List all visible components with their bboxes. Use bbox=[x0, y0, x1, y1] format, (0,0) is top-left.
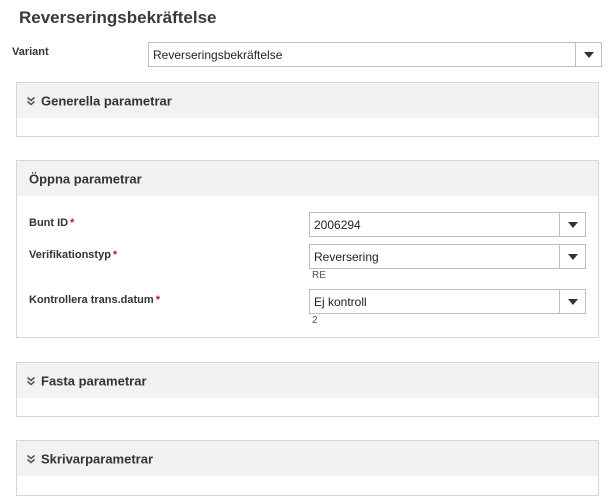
general-parameters-header[interactable]: Generella parametrar bbox=[17, 83, 598, 118]
required-marker: * bbox=[155, 294, 160, 306]
verifikationstyp-dropdown-button[interactable] bbox=[559, 245, 585, 268]
double-chevron-down-icon bbox=[26, 454, 36, 464]
variant-value: Reverseringsbekräftelse bbox=[153, 47, 283, 62]
variant-label: Variant bbox=[12, 46, 49, 58]
fixed-parameters-header[interactable]: Fasta parametrar bbox=[17, 363, 598, 398]
bunt-id-select[interactable]: 2006294 bbox=[309, 212, 586, 237]
printer-parameters-header[interactable]: Skrivarparametrar bbox=[17, 441, 598, 476]
kontrollera-datum-label: Kontrollera trans.datum * bbox=[29, 294, 160, 306]
open-parameters-header: Öppna parametrar bbox=[17, 161, 598, 196]
chevron-down-icon bbox=[567, 221, 578, 228]
verifikationstyp-select[interactable]: Reversering bbox=[309, 244, 586, 269]
general-parameters-title: Generella parametrar bbox=[41, 93, 172, 108]
kontrollera-datum-label-text: Kontrollera trans.datum bbox=[29, 294, 154, 306]
chevron-down-icon bbox=[567, 253, 578, 260]
chevron-down-icon bbox=[583, 51, 594, 58]
double-chevron-down-icon bbox=[26, 376, 36, 386]
page-title: Reverseringsbekräftelse bbox=[19, 8, 217, 27]
open-parameters-title: Öppna parametrar bbox=[29, 171, 142, 186]
verifikationstyp-value: Reversering bbox=[314, 249, 379, 264]
bunt-id-label-text: Bunt ID bbox=[29, 217, 69, 229]
general-parameters-panel: Generella parametrar bbox=[16, 82, 599, 137]
chevron-down-icon bbox=[567, 298, 578, 305]
verifikationstyp-label-text: Verifikationstyp bbox=[29, 249, 111, 261]
required-marker: * bbox=[70, 217, 75, 229]
bunt-id-dropdown-button[interactable] bbox=[559, 213, 585, 236]
fixed-parameters-title: Fasta parametrar bbox=[41, 373, 147, 388]
double-chevron-down-icon bbox=[26, 96, 36, 106]
fixed-parameters-panel: Fasta parametrar bbox=[16, 362, 599, 417]
variant-select[interactable]: Reverseringsbekräftelse bbox=[148, 42, 602, 67]
kontrollera-datum-value: Ej kontroll bbox=[314, 294, 367, 309]
bunt-id-label: Bunt ID * bbox=[29, 217, 74, 229]
required-marker: * bbox=[112, 249, 118, 261]
kontrollera-datum-dropdown-button[interactable] bbox=[559, 290, 585, 313]
verifikationstyp-label: Verifikationstyp * bbox=[29, 249, 117, 261]
kontrollera-datum-code: 2 bbox=[312, 315, 318, 326]
verifikationstyp-code: RE bbox=[312, 270, 326, 281]
bunt-id-value: 2006294 bbox=[314, 217, 361, 232]
printer-parameters-panel: Skrivarparametrar bbox=[16, 440, 599, 496]
printer-parameters-title: Skrivarparametrar bbox=[41, 451, 154, 466]
variant-dropdown-button[interactable] bbox=[575, 43, 601, 66]
kontrollera-datum-select[interactable]: Ej kontroll bbox=[309, 289, 586, 314]
